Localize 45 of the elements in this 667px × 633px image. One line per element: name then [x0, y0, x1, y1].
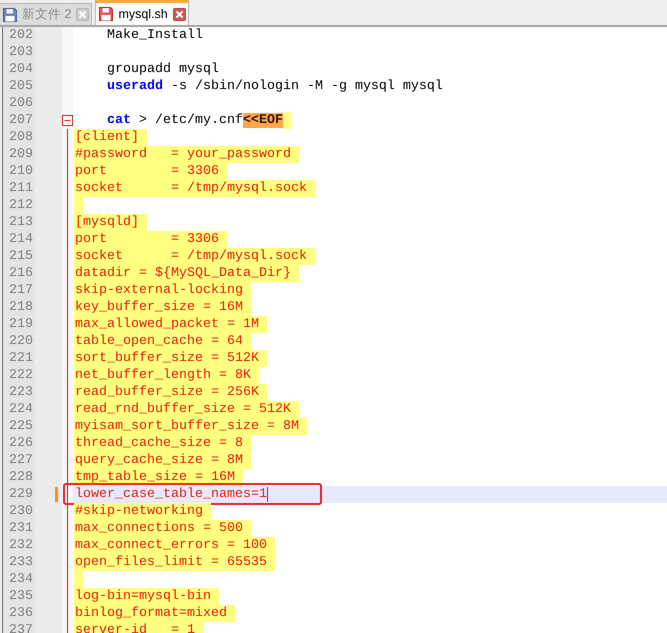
- close-icon[interactable]: [172, 8, 186, 20]
- line-number: 204: [8, 61, 34, 78]
- line-number: 226: [8, 435, 34, 452]
- line-number: 217: [8, 282, 34, 299]
- line-number: 233: [8, 554, 34, 571]
- code-line: lower_case_table_names=1: [74, 486, 267, 503]
- line-number: 205: [8, 78, 34, 95]
- line-number: 206: [8, 95, 34, 112]
- line-number: 212: [8, 197, 34, 214]
- line-number: 216: [8, 265, 34, 282]
- line-number: 214: [8, 231, 34, 248]
- line-number: 208: [8, 129, 34, 146]
- line-number: 215: [8, 248, 34, 265]
- file-tab[interactable]: mysql.sh: [95, 0, 189, 25]
- line-number: 202: [8, 27, 34, 44]
- line-number: 230: [8, 503, 34, 520]
- line-number: 229: [8, 486, 34, 503]
- line-number: 235: [8, 588, 34, 605]
- line-number: 218: [8, 299, 34, 316]
- code-line: useradd -s /sbin/nologin -M -g mysql mysql: [106, 78, 443, 95]
- collapse-icon[interactable]: [62, 115, 73, 126]
- line-number: 213: [8, 214, 34, 231]
- line-number: 222: [8, 367, 34, 384]
- line-number: 225: [8, 418, 34, 435]
- line-number: 236: [8, 605, 34, 622]
- line-number: 227: [8, 452, 34, 469]
- line-number: 224: [8, 401, 34, 418]
- line-number: 209: [8, 146, 34, 163]
- line-number: 211: [8, 180, 34, 197]
- line-number: 231: [8, 520, 34, 537]
- line-number: 223: [8, 384, 34, 401]
- code-line: Make_Install: [106, 27, 203, 44]
- line-number: 203: [8, 44, 34, 61]
- line-number: 234: [8, 571, 34, 588]
- line-number: 219: [8, 316, 34, 333]
- line-number: 221: [8, 350, 34, 367]
- line-number: 207: [8, 112, 34, 129]
- line-number: 232: [8, 537, 34, 554]
- line-number: 237: [8, 622, 34, 633]
- text-cursor: [266, 487, 268, 502]
- code-line: cat > /etc/my.cnf<<EOF: [74, 112, 291, 129]
- line-number: 210: [8, 163, 34, 180]
- line-number: 220: [8, 333, 34, 350]
- line-number: 228: [8, 469, 34, 486]
- code-line: groupadd mysql: [106, 61, 219, 78]
